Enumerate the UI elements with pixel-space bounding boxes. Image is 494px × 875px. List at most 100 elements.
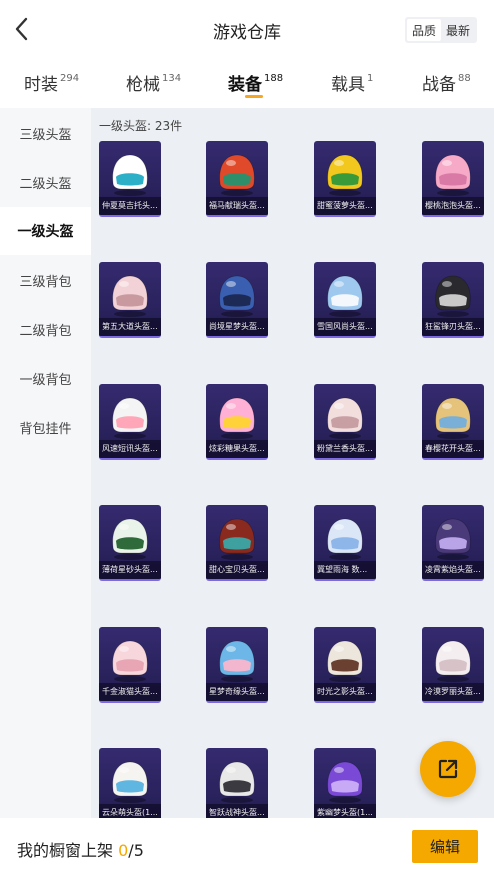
item-name: 雪国风尚头盔... bbox=[314, 318, 376, 336]
item-card[interactable]: 云朵萌头盔(1... bbox=[99, 748, 161, 818]
share-icon bbox=[438, 759, 458, 779]
showcase-label: 我的橱窗上架 bbox=[17, 841, 114, 860]
sidebar: 三级头盔 二级头盔 一级头盔 三级背包 二级背包 一级背包 背包挂件 bbox=[0, 108, 91, 818]
helmet-icon bbox=[112, 275, 148, 317]
showcase-total: /5 bbox=[128, 841, 144, 860]
tab-supplies[interactable]: 战备 88 bbox=[422, 70, 471, 95]
helmet-icon bbox=[112, 761, 148, 803]
item-card[interactable]: 甜心宝贝头盔... bbox=[206, 505, 268, 581]
item-card[interactable]: 风速短讯头盔... bbox=[99, 384, 161, 460]
item-card[interactable]: 仲夏莫吉托头... bbox=[99, 141, 161, 217]
sidebar-item-level1-helmet[interactable]: 一级头盔 bbox=[0, 207, 91, 255]
item-card[interactable]: 炫彩糖果头盔... bbox=[206, 384, 268, 460]
item-name: 千金淑猫头盔... bbox=[99, 683, 161, 701]
tab-count: 294 bbox=[60, 73, 80, 85]
item-card[interactable]: 狂鲨锋刃头盔... bbox=[422, 262, 484, 338]
item-name: 炫彩糖果头盔... bbox=[206, 440, 268, 458]
item-card[interactable]: 粉黛兰香头盔... bbox=[314, 384, 376, 460]
helmet-icon bbox=[435, 397, 471, 439]
item-card[interactable]: 凌霄紫焰头盔... bbox=[422, 505, 484, 581]
item-card[interactable]: 星梦奇缘头盔... bbox=[206, 627, 268, 703]
item-card[interactable]: 时光之影头盔... bbox=[314, 627, 376, 703]
sidebar-item-backpack-charm[interactable]: 背包挂件 bbox=[0, 403, 91, 451]
sort-option-latest[interactable]: 最新 bbox=[441, 19, 475, 41]
helmet-icon bbox=[327, 761, 363, 803]
helmet-icon bbox=[327, 275, 363, 317]
share-button[interactable] bbox=[420, 741, 476, 797]
helmet-icon bbox=[219, 275, 255, 317]
helmet-icon bbox=[219, 397, 255, 439]
helmet-icon bbox=[219, 154, 255, 196]
tab-firearms[interactable]: 枪械 134 bbox=[126, 70, 181, 95]
item-name: 春樱花开头盔... bbox=[422, 440, 484, 458]
tab-label: 装备 bbox=[228, 75, 262, 95]
item-name: 风速短讯头盔... bbox=[99, 440, 161, 458]
item-card[interactable]: 甜蜜菠萝头盔... bbox=[314, 141, 376, 217]
item-card[interactable]: 雪国风尚头盔... bbox=[314, 262, 376, 338]
sort-toggle: 品质 最新 bbox=[405, 17, 477, 43]
sidebar-item-level1-backpack[interactable]: 一级背包 bbox=[0, 354, 91, 402]
item-name: 智跃战神头盔... bbox=[206, 804, 268, 818]
item-card[interactable]: 千金淑猫头盔... bbox=[99, 627, 161, 703]
item-name: 甜蜜菠萝头盔... bbox=[314, 197, 376, 215]
helmet-icon bbox=[327, 518, 363, 560]
item-name: 甜心宝贝头盔... bbox=[206, 561, 268, 579]
item-name: 第五大道头盔... bbox=[99, 318, 161, 336]
item-card[interactable]: 冀望雨海 数... bbox=[314, 505, 376, 581]
sort-option-quality[interactable]: 品质 bbox=[407, 19, 441, 41]
tab-count: 134 bbox=[162, 73, 182, 85]
item-card[interactable]: 福马献瑞头盔... bbox=[206, 141, 268, 217]
helmet-icon bbox=[435, 275, 471, 317]
item-card[interactable]: 紫幽梦头盔(1... bbox=[314, 748, 376, 818]
item-name: 时光之影头盔... bbox=[314, 683, 376, 701]
footer: 我的橱窗上架 0/5 编辑 bbox=[0, 818, 494, 875]
helmet-icon bbox=[435, 640, 471, 682]
tab-label: 时装 bbox=[24, 75, 58, 95]
helmet-icon bbox=[112, 397, 148, 439]
item-name: 福马献瑞头盔... bbox=[206, 197, 268, 215]
item-name: 薄荷星砂头盔... bbox=[99, 561, 161, 579]
item-name: 仲夏莫吉托头... bbox=[99, 197, 161, 215]
item-card[interactable]: 春樱花开头盔... bbox=[422, 384, 484, 460]
item-name: 冷漠罗丽头盔... bbox=[422, 683, 484, 701]
tab-equipment[interactable]: 装备 188 bbox=[228, 70, 283, 95]
item-grid: 一级头盔: 23件 仲夏莫吉托头... 福马献瑞头盔... 甜蜜菠萝头盔... 樱桃泡… bbox=[91, 108, 494, 818]
active-tab-indicator bbox=[245, 95, 263, 98]
helmet-icon bbox=[219, 518, 255, 560]
item-name: 星梦奇缘头盔... bbox=[206, 683, 268, 701]
helmet-icon bbox=[219, 640, 255, 682]
helmet-icon bbox=[112, 640, 148, 682]
helmet-icon bbox=[435, 518, 471, 560]
item-card[interactable]: 第五大道头盔... bbox=[99, 262, 161, 338]
tab-vehicles[interactable]: 载具 1 bbox=[331, 70, 373, 95]
helmet-icon bbox=[219, 761, 255, 803]
tab-fashion[interactable]: 时装 294 bbox=[24, 70, 79, 95]
item-name: 樱桃泡泡头盔... bbox=[422, 197, 484, 215]
item-name: 紫幽梦头盔(1... bbox=[314, 804, 376, 818]
item-card[interactable]: 智跃战神头盔... bbox=[206, 748, 268, 818]
showcase-status: 我的橱窗上架 0/5 bbox=[17, 837, 144, 861]
item-name: 粉黛兰香头盔... bbox=[314, 440, 376, 458]
header: 游戏仓库 品质 最新 bbox=[0, 0, 494, 58]
sidebar-item-level2-helmet[interactable]: 二级头盔 bbox=[0, 158, 91, 206]
tab-count: 188 bbox=[264, 73, 284, 85]
item-name: 凌霄紫焰头盔... bbox=[422, 561, 484, 579]
tab-label: 枪械 bbox=[126, 75, 160, 95]
item-card[interactable]: 樱桃泡泡头盔... bbox=[422, 141, 484, 217]
item-card[interactable]: 冷漠罗丽头盔... bbox=[422, 627, 484, 703]
edit-button[interactable]: 编辑 bbox=[412, 830, 478, 863]
tab-count: 1 bbox=[367, 73, 374, 85]
tab-label: 载具 bbox=[331, 75, 365, 95]
item-name: 尚境星梦头盔... bbox=[206, 318, 268, 336]
sidebar-item-level2-backpack[interactable]: 二级背包 bbox=[0, 305, 91, 353]
item-name: 冀望雨海 数... bbox=[314, 561, 376, 579]
item-card[interactable]: 薄荷星砂头盔... bbox=[99, 505, 161, 581]
sidebar-item-level3-backpack[interactable]: 三级背包 bbox=[0, 256, 91, 304]
item-name: 云朵萌头盔(1... bbox=[99, 804, 161, 818]
helmet-icon bbox=[112, 154, 148, 196]
item-card[interactable]: 尚境星梦头盔... bbox=[206, 262, 268, 338]
helmet-icon bbox=[112, 518, 148, 560]
helmet-icon bbox=[327, 154, 363, 196]
sidebar-item-level3-helmet[interactable]: 三级头盔 bbox=[0, 109, 91, 157]
helmet-icon bbox=[327, 640, 363, 682]
